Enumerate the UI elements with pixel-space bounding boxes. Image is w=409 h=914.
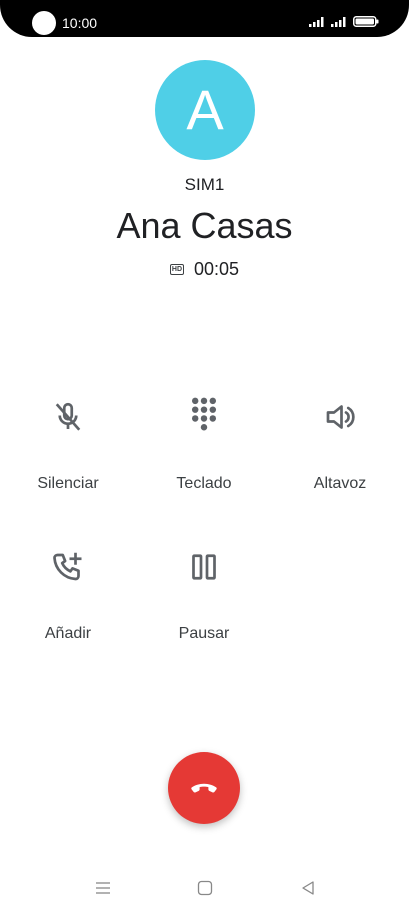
keypad-button[interactable]: Teclado [144, 393, 264, 493]
sim-label: SIM1 [184, 175, 225, 194]
camera-cutout [32, 11, 56, 35]
add-call-button[interactable]: Añadir [8, 543, 128, 643]
speaker-label: Altavoz [313, 475, 367, 492]
dialpad-icon [180, 393, 228, 441]
add-call-icon [44, 543, 92, 591]
battery-icon [353, 16, 379, 27]
call-info: HD 00:05 [0, 259, 409, 280]
add-call-label: Añadir [44, 625, 92, 642]
status-icons [309, 16, 379, 27]
signal-icon [309, 17, 324, 27]
menu-icon[interactable] [93, 878, 113, 898]
pause-icon [180, 543, 228, 591]
hold-button[interactable]: Pausar [144, 543, 264, 643]
contact-avatar: A [155, 60, 255, 160]
mute-label: Silenciar [37, 475, 99, 492]
hd-icon: HD [169, 264, 184, 275]
end-call-icon [191, 783, 217, 793]
hold-label: Pausar [178, 625, 230, 642]
nav-bar [0, 872, 409, 904]
keypad-label: Teclado [176, 475, 232, 492]
mic-off-icon [44, 393, 92, 441]
end-call-button[interactable] [168, 752, 240, 824]
home-icon[interactable] [195, 878, 215, 898]
call-timer: 00:05 [193, 259, 240, 279]
status-time: 10:00 [62, 15, 98, 31]
back-icon[interactable] [298, 878, 318, 898]
caller-name: Ana Casas [116, 205, 293, 246]
signal-icon-2 [331, 17, 346, 27]
status-bar: 10:00 [0, 0, 409, 37]
speaker-icon [316, 393, 364, 441]
speaker-button[interactable]: Altavoz [280, 393, 400, 493]
mute-button[interactable]: Silenciar [8, 393, 128, 493]
